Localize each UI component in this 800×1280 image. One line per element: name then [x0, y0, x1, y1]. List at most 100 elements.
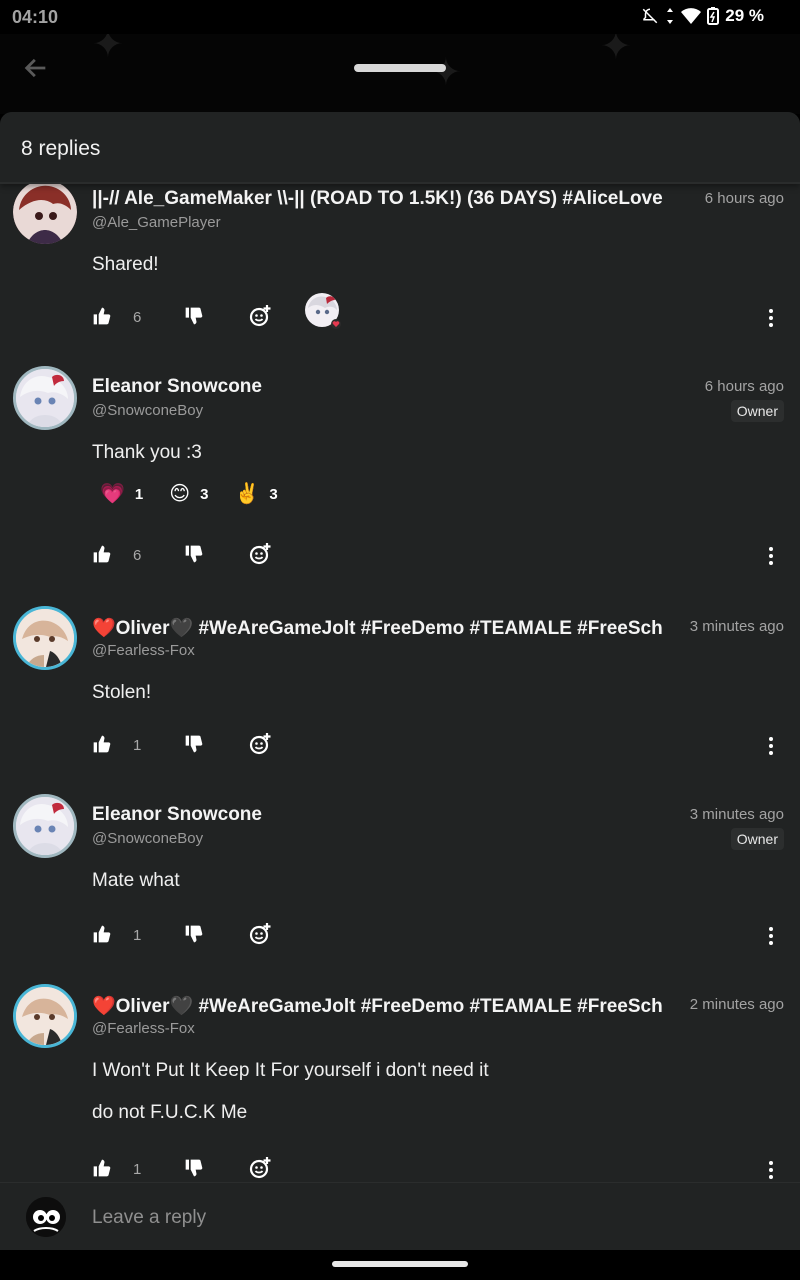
thumbs-up-icon — [93, 735, 111, 753]
comment-text-line-2: do not F.U.C.K Me — [92, 1102, 248, 1123]
comment-author-name[interactable]: ❤️Oliver🖤 #WeAreGameJolt #FreeDemo #TEAM… — [92, 994, 668, 1018]
reaction-chip[interactable]: 😊 3 — [169, 484, 208, 504]
reaction-chip[interactable]: 💗 1 — [100, 484, 143, 504]
comment-author-handle[interactable]: @SnowconeBoy — [92, 830, 203, 847]
thumbs-down-icon — [185, 307, 203, 325]
comment-text: Thank you :3 — [92, 442, 202, 463]
thumbs-up-icon — [93, 545, 111, 563]
comment-author-name[interactable]: Eleanor Snowcone — [92, 376, 682, 398]
victory-hand-reaction-icon: ✌️ — [234, 483, 260, 505]
back-arrow-icon[interactable] — [22, 54, 50, 82]
thumbs-down-icon — [185, 925, 203, 943]
add-emoji-icon — [249, 1157, 271, 1179]
more-options-icon[interactable] — [768, 546, 774, 566]
sparkle-icon: ✦ — [430, 52, 462, 94]
sheet-header: 8 replies — [0, 112, 800, 184]
thumbs-down-icon — [185, 1159, 203, 1177]
dislike-button[interactable] — [184, 1158, 204, 1178]
add-reaction-button[interactable] — [248, 922, 272, 946]
avatar[interactable] — [13, 984, 77, 1048]
smile-reaction-icon: 😊 — [169, 483, 191, 505]
avatar[interactable] — [13, 794, 77, 858]
dislike-button[interactable] — [184, 544, 204, 564]
like-button[interactable] — [92, 734, 112, 754]
comment-time: 3 minutes ago — [689, 618, 784, 635]
comment-text: Stolen! — [92, 682, 152, 703]
comment-text: I Won't Put It Keep It For yourself i do… — [92, 1060, 489, 1081]
reaction-count: 3 — [269, 485, 278, 503]
sparkle-icon: ✦ — [92, 34, 124, 66]
replies-sheet: 8 replies ||-// Ale_GameMaker \\-|| (ROA… — [0, 112, 800, 1250]
owner-badge: Owner — [730, 828, 784, 850]
avatar[interactable] — [13, 180, 77, 244]
comment-author-name[interactable]: ❤️Oliver🖤 #WeAreGameJolt #FreeDemo #TEAM… — [92, 616, 668, 640]
comment-author-handle[interactable]: @Fearless-Fox — [92, 642, 195, 659]
add-reaction-button[interactable] — [248, 304, 272, 328]
add-emoji-icon — [249, 923, 271, 945]
comment-time: 2 minutes ago — [689, 996, 784, 1013]
sparkle-icon: ✦ — [600, 34, 632, 68]
dislike-button[interactable] — [184, 734, 204, 754]
thumbs-up-icon — [93, 1159, 111, 1177]
header-background: ✦ ✦ ✦ — [0, 34, 800, 114]
like-count: 6 — [133, 547, 142, 564]
comment-actions: 6 — [92, 293, 792, 330]
comment-author-handle[interactable]: @Fearless-Fox — [92, 1020, 195, 1037]
add-emoji-icon — [249, 733, 271, 755]
notifications-off-icon — [641, 7, 659, 25]
more-options-icon[interactable] — [768, 308, 774, 328]
reactions-list: 💗 1 😊 3 ✌️ 3 — [100, 484, 278, 504]
replies-count-title: 8 replies — [21, 137, 101, 160]
add-reaction-button[interactable] — [248, 732, 272, 756]
like-button[interactable] — [92, 544, 112, 564]
comment-text: Mate what — [92, 870, 180, 891]
more-options-icon[interactable] — [768, 1160, 774, 1180]
liked-by-avatar[interactable] — [304, 292, 342, 330]
current-user-avatar[interactable] — [26, 1197, 66, 1237]
dislike-button[interactable] — [184, 306, 204, 326]
like-count: 6 — [133, 309, 142, 326]
add-reaction-button[interactable] — [248, 542, 272, 566]
sheet-drag-handle[interactable] — [354, 64, 446, 72]
system-nav-bar — [0, 1250, 800, 1280]
status-bar: 04:10 29 % — [0, 0, 800, 34]
like-count: 1 — [133, 927, 142, 944]
comment-author-name[interactable]: ||-// Ale_GameMaker \\-|| (ROAD TO 1.5K!… — [92, 188, 682, 210]
comment-actions: 1 — [92, 1156, 792, 1182]
reply-bar: Leave a reply — [0, 1182, 800, 1250]
home-gesture-pill[interactable] — [332, 1261, 468, 1267]
thumbs-up-icon — [93, 925, 111, 943]
add-reaction-button[interactable] — [248, 1156, 272, 1180]
comment-text: Shared! — [92, 254, 159, 275]
like-button[interactable] — [92, 1158, 112, 1178]
like-button[interactable] — [92, 306, 112, 326]
owner-badge: Owner — [730, 400, 784, 422]
thumbs-down-icon — [185, 545, 203, 563]
more-options-icon[interactable] — [768, 736, 774, 756]
comment-author-handle[interactable]: @SnowconeBoy — [92, 402, 203, 419]
data-arrows-icon — [665, 7, 675, 25]
dislike-button[interactable] — [184, 924, 204, 944]
more-options-icon[interactable] — [768, 926, 774, 946]
comment-time: 6 hours ago — [704, 190, 784, 207]
status-icons: 29 % — [641, 6, 764, 26]
comment-time: 6 hours ago — [704, 378, 784, 395]
comment-author-name[interactable]: Eleanor Snowcone — [92, 804, 682, 826]
thumbs-down-icon — [185, 735, 203, 753]
thumbs-up-icon — [93, 307, 111, 325]
comment-actions: 1 — [92, 732, 792, 758]
like-button[interactable] — [92, 924, 112, 944]
reaction-chip[interactable]: ✌️ 3 — [234, 484, 277, 504]
avatar[interactable] — [13, 366, 77, 430]
wifi-icon — [681, 8, 702, 24]
like-count: 1 — [133, 737, 142, 754]
comment-author-handle[interactable]: @Ale_GamePlayer — [92, 214, 221, 231]
battery-percent: 29 % — [725, 6, 764, 25]
add-emoji-icon — [249, 305, 271, 327]
comment-time: 3 minutes ago — [689, 806, 784, 823]
like-count: 1 — [133, 1161, 142, 1178]
reply-input[interactable]: Leave a reply — [92, 1207, 206, 1229]
reaction-count: 1 — [134, 485, 144, 503]
avatar[interactable] — [13, 606, 77, 670]
comment-actions: 1 — [92, 922, 792, 948]
